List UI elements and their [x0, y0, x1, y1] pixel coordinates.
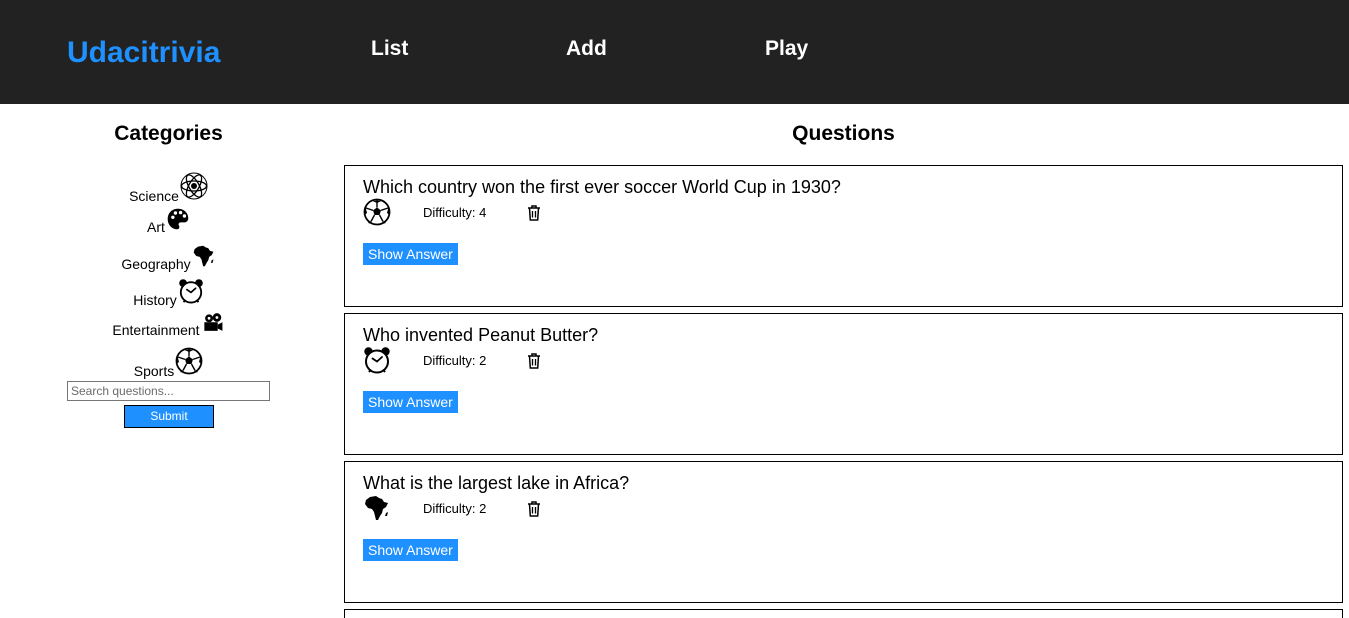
search-input[interactable] [67, 381, 270, 401]
question-card-partial [344, 609, 1343, 618]
science-atom-icon[interactable] [180, 172, 208, 200]
category-item-geography[interactable]: Geography [0, 248, 337, 272]
category-item-art[interactable]: Art [0, 211, 337, 235]
categories-heading: Categories [114, 122, 223, 145]
history-clock-icon[interactable] [178, 278, 204, 304]
category-label: Entertainment [112, 322, 200, 338]
submit-button[interactable]: Submit [124, 405, 214, 428]
questions-heading: Questions [792, 122, 895, 145]
question-card: Who invented Peanut Butter? Difficulty: … [344, 313, 1343, 455]
category-label: Art [147, 219, 165, 235]
difficulty-label: Difficulty: 4 [423, 205, 487, 220]
trash-icon[interactable] [527, 501, 541, 517]
nav-play-link[interactable]: Play [765, 36, 808, 62]
sports-ball-icon[interactable] [175, 347, 203, 375]
category-label: Science [129, 188, 179, 204]
question-text: What is the largest lake in Africa? [363, 473, 630, 493]
art-palette-icon[interactable] [166, 207, 190, 231]
question-text: Which country won the first ever soccer … [363, 177, 841, 197]
brand-logo-link[interactable]: Udacitrivia [67, 35, 220, 71]
category-label: Geography [121, 256, 191, 272]
difficulty-label: Difficulty: 2 [423, 353, 487, 368]
question-card: Which country won the first ever soccer … [344, 165, 1343, 307]
question-text: Who invented Peanut Butter? [363, 325, 599, 345]
show-answer-button[interactable]: Show Answer [363, 243, 458, 265]
geography-africa-icon [363, 494, 391, 522]
nav-add-link[interactable]: Add [566, 36, 607, 62]
trash-icon[interactable] [527, 205, 541, 221]
category-label: Sports [133, 363, 175, 379]
entertainment-camera-icon[interactable] [201, 312, 225, 334]
trash-icon[interactable] [527, 353, 541, 369]
nav-list-link[interactable]: List [371, 36, 408, 62]
question-card: What is the largest lake in Africa? Diff… [344, 461, 1343, 603]
category-item-sports[interactable]: Sports [0, 351, 337, 379]
geography-africa-icon[interactable] [192, 244, 216, 268]
category-item-entertainment[interactable]: Entertainment [0, 316, 337, 338]
show-answer-button[interactable]: Show Answer [363, 391, 458, 413]
category-item-history[interactable]: History [0, 282, 337, 308]
top-navbar: Udacitrivia List Add Play [0, 0, 1349, 104]
category-item-science[interactable]: Science [0, 176, 337, 204]
category-label: History [133, 292, 177, 308]
difficulty-label: Difficulty: 2 [423, 501, 487, 516]
show-answer-button[interactable]: Show Answer [363, 539, 458, 561]
sports-ball-icon [363, 198, 391, 226]
history-clock-icon [363, 346, 391, 374]
